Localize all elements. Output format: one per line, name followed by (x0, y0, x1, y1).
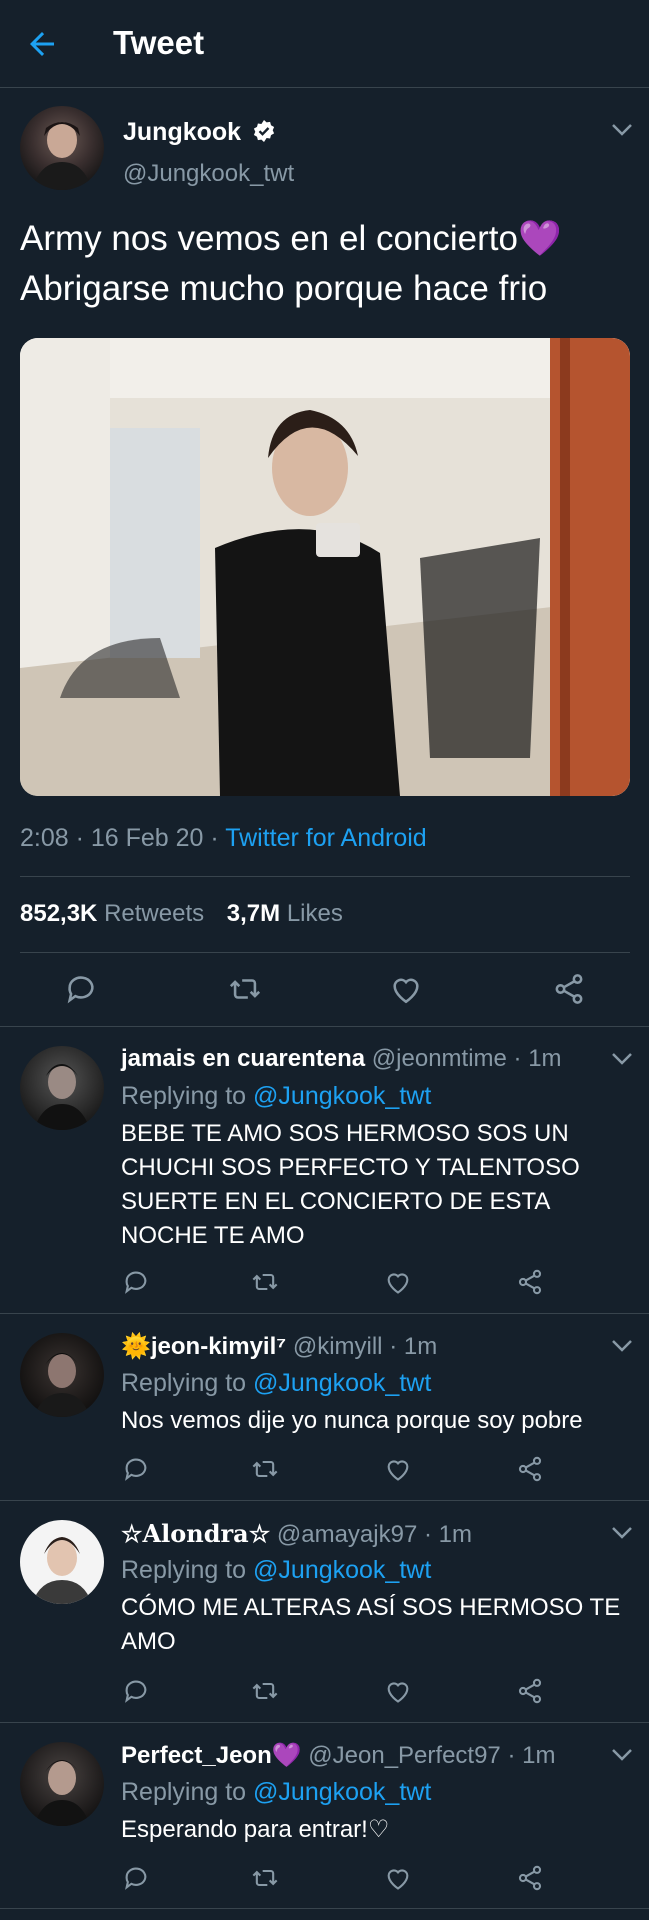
reply-avatar[interactable] (20, 1742, 104, 1826)
divider (0, 1908, 649, 1909)
likes-count[interactable]: 3,7M (227, 900, 280, 927)
reply-text-line: NOCHE TE AMO (121, 1222, 305, 1249)
reply-time: · 1m (513, 1045, 562, 1072)
reply-text: Esperando para entrar!♡ (121, 1813, 631, 1847)
chevron-down-icon[interactable] (611, 1052, 633, 1066)
reply-header: Perfect_Jeon💜 @Jeon_Perfect97 · 1m (121, 1741, 555, 1770)
reply-text-line: Nos vemos dije yo nunca porque soy pobre (121, 1407, 583, 1434)
replying-to-prefix: Replying to (121, 1778, 254, 1806)
reply-handle[interactable]: @jeonmtime (372, 1045, 507, 1072)
replying-to-prefix: Replying to (121, 1082, 254, 1110)
replying-to: Replying to @Jungkook_twt (121, 1082, 431, 1111)
tweet-text-line: Army nos vemos en el concierto💜 (20, 219, 562, 258)
tweet-stats: 852,3K Retweets 3,7M Likes (20, 900, 343, 928)
replying-to-handle[interactable]: @Jungkook_twt (253, 1082, 431, 1110)
reply-avatar[interactable] (20, 1046, 104, 1130)
like-icon[interactable] (384, 1864, 412, 1892)
tweet-text: Army nos vemos en el concierto💜 Abrigars… (20, 214, 630, 314)
reply-text-line: CÓMO ME ALTERAS ASÍ SOS HERMOSO TE (121, 1594, 621, 1621)
reply-time: · 1m (423, 1521, 472, 1548)
tweet-media-photo[interactable] (20, 338, 630, 796)
divider (0, 1026, 649, 1027)
chevron-down-icon[interactable] (611, 123, 633, 137)
tweet-timestamp: 2:08 · 16 Feb 20 · (20, 824, 226, 852)
reply-author-name[interactable]: ☆Alondra☆ (121, 1519, 270, 1548)
divider (20, 876, 630, 877)
replying-to-prefix: Replying to (121, 1556, 254, 1584)
chevron-down-icon[interactable] (611, 1339, 633, 1353)
chevron-down-icon[interactable] (611, 1526, 633, 1540)
reply-handle[interactable]: @amayajk97 (277, 1521, 417, 1548)
like-icon[interactable] (384, 1455, 412, 1483)
retweet-icon[interactable] (251, 1864, 279, 1892)
reply-handle[interactable]: @kimyill (293, 1333, 383, 1360)
share-icon[interactable] (552, 972, 586, 1006)
author-name-text: Jungkook (123, 118, 242, 146)
reply-text: Nos vemos dije yo nunca porque soy pobre (121, 1404, 631, 1438)
author-name[interactable]: Jungkook (123, 118, 276, 147)
retweet-icon[interactable] (251, 1268, 279, 1296)
share-icon[interactable] (516, 1268, 544, 1296)
share-icon[interactable] (516, 1455, 544, 1483)
reply-text: CÓMO ME ALTERAS ASÍ SOS HERMOSO TE AMO (121, 1591, 631, 1659)
reply-author-name[interactable]: jamais en cuarentena (121, 1045, 365, 1072)
divider (0, 1722, 649, 1723)
page-title: Tweet (113, 24, 205, 61)
verified-badge-icon (253, 120, 275, 142)
reply-text: BEBE TE AMO SOS HERMOSO SOS UN CHUCHI SO… (121, 1117, 631, 1253)
reply-avatar[interactable] (20, 1520, 104, 1604)
reply-header: jamais en cuarentena @jeonmtime · 1m (121, 1045, 562, 1073)
retweets-label[interactable]: Retweets (104, 900, 204, 927)
reply-text-line: Esperando para entrar!♡ (121, 1816, 390, 1843)
reply-header: 🌞jeon-kimyil⁷ @kimyill · 1m (121, 1332, 437, 1361)
back-arrow-icon[interactable] (24, 26, 60, 62)
reply-author-name[interactable]: 🌞jeon-kimyil⁷ (121, 1333, 286, 1360)
author-avatar[interactable] (20, 106, 104, 190)
reply-text-line: AMO (121, 1628, 176, 1655)
reply-icon[interactable] (122, 1268, 150, 1296)
author-handle[interactable]: @Jungkook_twt (123, 160, 294, 188)
retweet-icon[interactable] (251, 1455, 279, 1483)
likes-label[interactable]: Likes (287, 900, 343, 927)
divider (0, 1500, 649, 1501)
reply-text-line: SUERTE EN EL CONCIERTO DE ESTA (121, 1188, 551, 1215)
reply-icon[interactable] (64, 972, 98, 1006)
retweet-icon[interactable] (251, 1677, 279, 1705)
like-icon[interactable] (384, 1677, 412, 1705)
reply-icon[interactable] (122, 1864, 150, 1892)
like-icon[interactable] (389, 972, 423, 1006)
reply-handle[interactable]: @Jeon_Perfect97 (308, 1742, 500, 1769)
reply-text-line: CHUCHI SOS PERFECTO Y TALENTOSO (121, 1154, 580, 1181)
divider (0, 1313, 649, 1314)
retweets-count[interactable]: 852,3K (20, 900, 97, 927)
chevron-down-icon[interactable] (611, 1748, 633, 1762)
replying-to-prefix: Replying to (121, 1369, 254, 1397)
reply-icon[interactable] (122, 1455, 150, 1483)
tweet-meta: 2:08 · 16 Feb 20 · Twitter for Android (20, 824, 427, 853)
reply-time: · 1m (389, 1333, 438, 1360)
replying-to: Replying to @Jungkook_twt (121, 1556, 431, 1585)
reply-header: ☆Alondra☆ @amayajk97 · 1m (121, 1519, 472, 1549)
share-icon[interactable] (516, 1864, 544, 1892)
replying-to-handle[interactable]: @Jungkook_twt (253, 1556, 431, 1584)
top-bar: Tweet (0, 0, 649, 88)
share-icon[interactable] (516, 1677, 544, 1705)
replying-to-handle[interactable]: @Jungkook_twt (253, 1369, 431, 1397)
replying-to: Replying to @Jungkook_twt (121, 1369, 431, 1398)
retweet-icon[interactable] (228, 972, 262, 1006)
replying-to: Replying to @Jungkook_twt (121, 1778, 431, 1807)
tweet-text-line: Abrigarse mucho porque hace frio (20, 269, 548, 308)
reply-time: · 1m (507, 1742, 556, 1769)
reply-author-name[interactable]: Perfect_Jeon💜 (121, 1742, 302, 1769)
divider (20, 952, 630, 953)
reply-text-line: BEBE TE AMO SOS HERMOSO SOS UN (121, 1120, 569, 1147)
reply-avatar[interactable] (20, 1333, 104, 1417)
tweet-source-link[interactable]: Twitter for Android (225, 824, 426, 852)
replying-to-handle[interactable]: @Jungkook_twt (253, 1778, 431, 1806)
reply-icon[interactable] (122, 1677, 150, 1705)
like-icon[interactable] (384, 1268, 412, 1296)
